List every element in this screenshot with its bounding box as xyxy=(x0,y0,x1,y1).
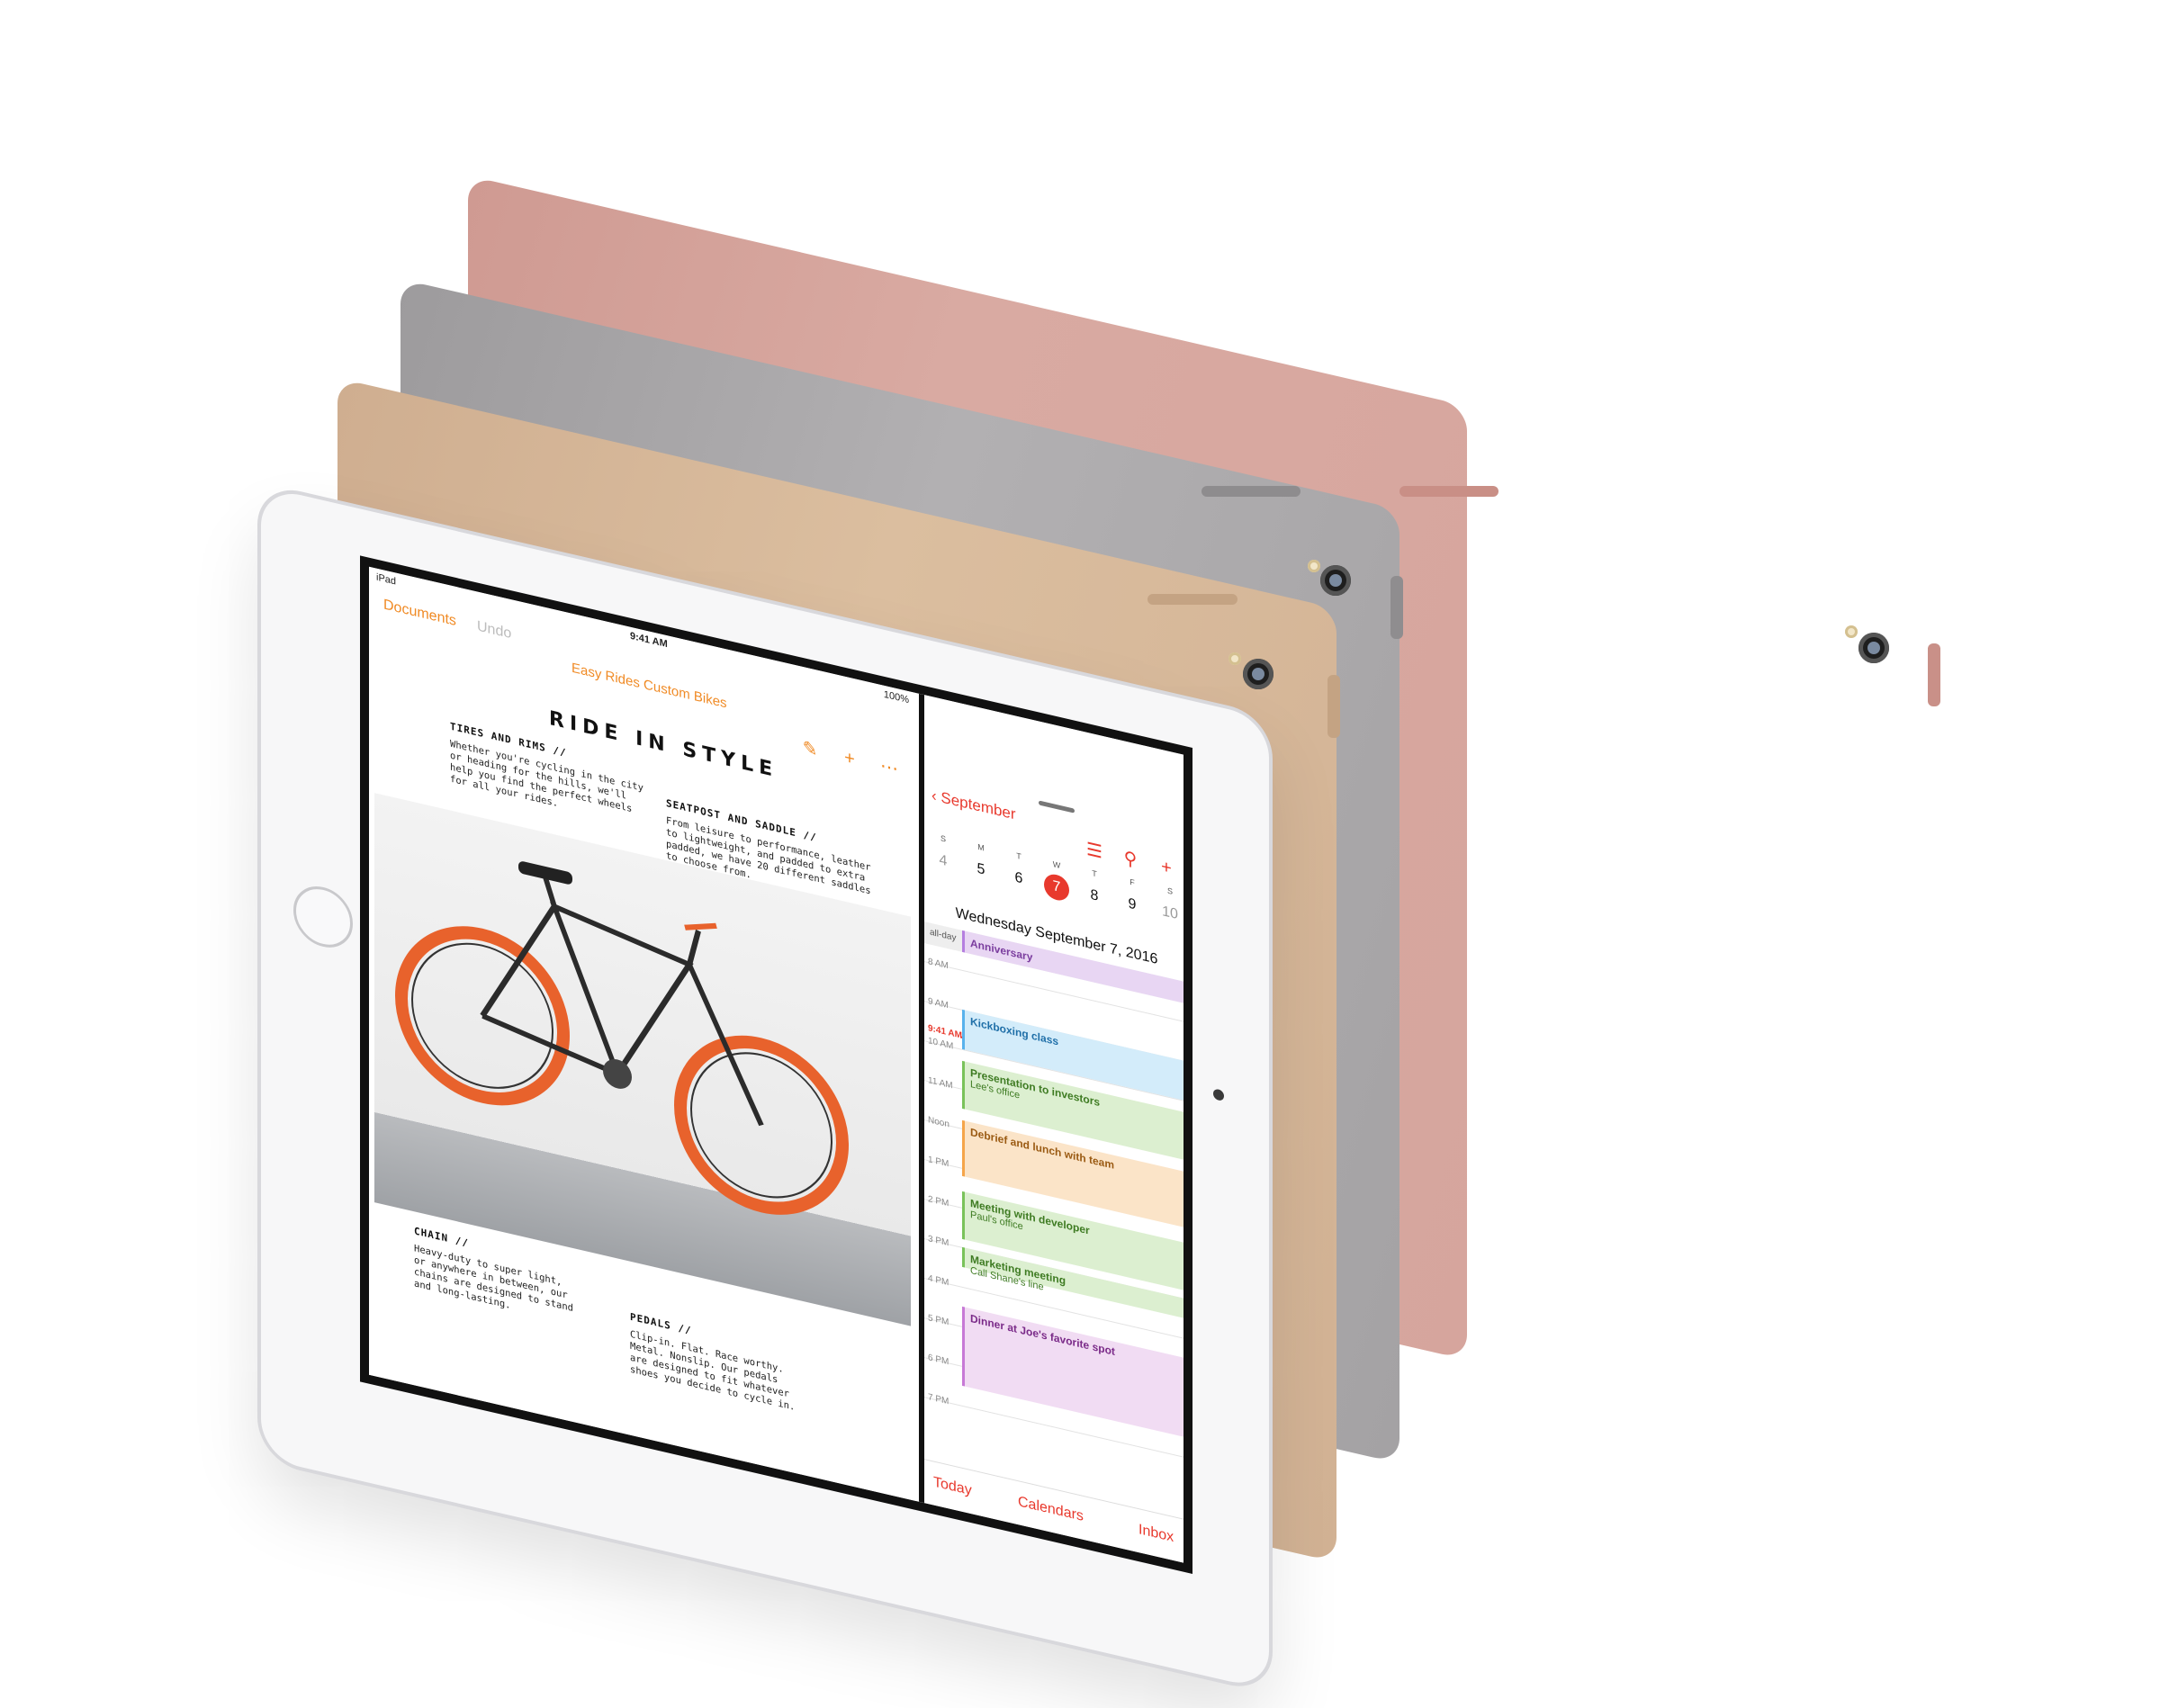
document-name: Easy Rides Custom Bikes xyxy=(572,660,727,712)
hour-label: Noon xyxy=(928,1115,950,1130)
more-icon[interactable]: ⋯ xyxy=(878,754,900,781)
week-day-number: 4 xyxy=(939,851,948,870)
calendar-app: ‹ September ☰ ⚲ + S 4 M 5 T 6 W 7 T 8 F 9 S 10 Wednes… xyxy=(919,693,1189,1565)
hour-label: 2 PM xyxy=(928,1194,950,1209)
back-button[interactable]: ‹ September xyxy=(932,787,1016,824)
status-time: 9:41 AM xyxy=(630,630,668,651)
week-day-number: 6 xyxy=(1014,869,1023,887)
flash-icon xyxy=(1845,625,1858,638)
pages-app: iPad 9:41 AM 100% Documents Undo Easy Ri… xyxy=(369,566,916,1502)
week-day[interactable]: W7 xyxy=(1038,856,1076,904)
calendars-button[interactable]: Calendars xyxy=(1018,1494,1084,1525)
search-icon[interactable]: ⚲ xyxy=(1119,846,1142,873)
camera-icon xyxy=(1858,633,1889,663)
camera-icon xyxy=(1243,659,1274,689)
all-day-label: all-day xyxy=(930,927,957,944)
week-day[interactable]: S 10 xyxy=(1151,882,1189,930)
week-day[interactable]: T6 xyxy=(1000,848,1038,896)
hour-label: 1 PM xyxy=(928,1155,950,1170)
plus-icon[interactable]: + xyxy=(839,745,860,772)
hour-label: 4 PM xyxy=(928,1273,950,1289)
week-day-number: 7 xyxy=(1044,871,1069,903)
today-button[interactable]: Today xyxy=(933,1474,972,1499)
week-day-number: 8 xyxy=(1090,886,1099,904)
hour-label: 11 AM xyxy=(928,1075,953,1092)
week-day[interactable]: F9 xyxy=(1113,874,1151,922)
week-day[interactable]: S4 xyxy=(924,830,962,878)
product-scene: iPad 9:41 AM 100% Documents Undo Easy Ri… xyxy=(0,0,2160,1708)
hour-label: 9 AM xyxy=(928,996,949,1011)
hour-label: 8 AM xyxy=(928,957,949,972)
week-day-number: 9 xyxy=(1128,895,1137,913)
week-day-letter: W xyxy=(1052,859,1061,871)
hour-label: 3 PM xyxy=(928,1234,950,1249)
undo-button[interactable]: Undo xyxy=(477,618,511,643)
carrier-label: iPad xyxy=(376,571,397,588)
week-day[interactable]: M5 xyxy=(962,839,1000,887)
event-title: Kickboxing class xyxy=(970,1014,1059,1048)
hour-label: 6 PM xyxy=(928,1353,950,1368)
add-icon[interactable]: + xyxy=(1155,854,1178,881)
hour-label: 5 PM xyxy=(928,1313,950,1328)
hour-label: 7 PM xyxy=(928,1392,950,1407)
inbox-button[interactable]: Inbox xyxy=(1138,1522,1174,1546)
week-day-number: 5 xyxy=(976,860,986,878)
week-day[interactable]: T8 xyxy=(1076,865,1113,913)
event-title: Dinner at Joe's favorite spot xyxy=(970,1311,1115,1359)
back-label: September xyxy=(940,788,1016,823)
list-icon[interactable]: ☰ xyxy=(1083,838,1106,865)
week-day-number: 10 xyxy=(1162,903,1178,923)
section-body-chain: Heavy-duty to super light, or anywhere i… xyxy=(414,1243,574,1315)
section-body-pedals: Clip-in. Flat. Race worthy. Metal. Nonsl… xyxy=(630,1328,796,1413)
brush-icon[interactable]: ✎ xyxy=(799,736,821,763)
split-view-handle[interactable] xyxy=(1039,800,1075,814)
calendar-event[interactable]: Dinner at Joe's favorite spot xyxy=(962,1306,1184,1437)
battery-label: 100% xyxy=(883,688,909,706)
flash-icon xyxy=(1228,652,1241,665)
